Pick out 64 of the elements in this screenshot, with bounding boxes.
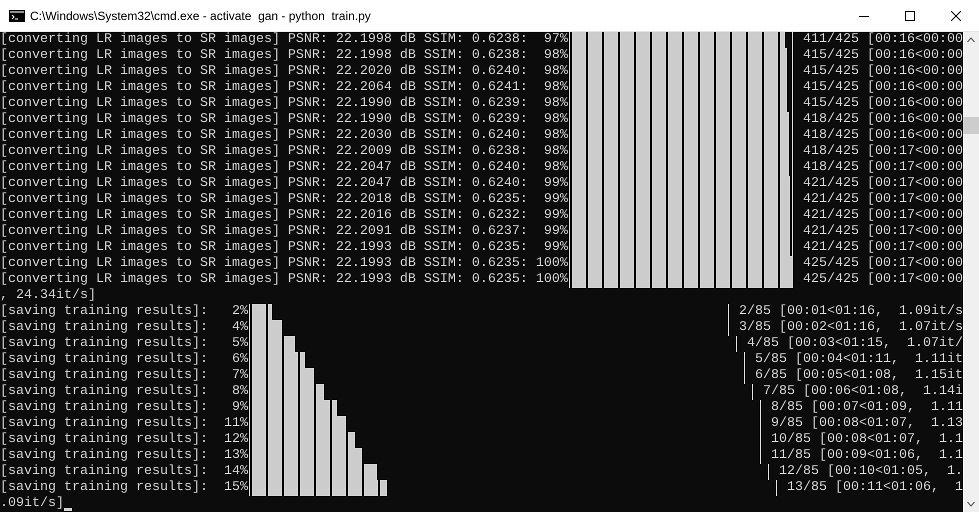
- progress-description: [saving training results]: 4%: [0, 320, 248, 336]
- progress-count: 3/85 [00:02<01:16, 1.07it/s: [739, 320, 963, 336]
- progress-count: 418/425 [00:16<00:00: [803, 128, 963, 144]
- console-app-icon: [9, 10, 25, 22]
- progress-count: 5/85 [00:04<01:11, 1.11it: [755, 352, 963, 368]
- progress-description: [saving training results]: 9%: [0, 400, 248, 416]
- progress-count: 8/85 [00:07<01:09, 1.11: [771, 400, 963, 416]
- progress-description: [converting LR images to SR images] PSNR: 22.2030 dB SSIM: 0.6240: 98%: [0, 128, 568, 144]
- progress-description: [converting LR images to SR images] PSNR: 22.2018 dB SSIM: 0.6235: 99%: [0, 192, 568, 208]
- progress-count: 10/85 [00:08<01:07, 1.1: [771, 432, 963, 448]
- progress-count: 415/425 [00:16<00:00: [803, 64, 963, 80]
- window-title: C:\Windows\System32\cmd.exe - activate gan - python train.py: [30, 8, 372, 22]
- progress-description: [saving training results]: 14%: [0, 464, 248, 480]
- progress-description: [converting LR images to SR images] PSNR: 22.2064 dB SSIM: 0.6241: 98%: [0, 80, 568, 96]
- scrollbar[interactable]: [963, 32, 979, 512]
- progress-description: [converting LR images to SR images] PSNR: 22.1993 dB SSIM: 0.6235: 100%: [0, 256, 568, 272]
- progress-description: [converting LR images to SR images] PSNR: 22.1993 dB SSIM: 0.6235: 99%: [0, 240, 568, 256]
- progress-count: 418/425 [00:16<00:00: [803, 112, 963, 128]
- progress-count: 415/425 [00:16<00:00: [803, 48, 963, 64]
- progress-count: 6/85 [00:05<01:08, 1.15it: [755, 368, 963, 384]
- progress-count: 2/85 [00:01<01:16, 1.09it/s: [739, 304, 963, 320]
- progress-description: [saving training results]: 15%: [0, 480, 248, 496]
- progress-description: [saving training results]: 13%: [0, 448, 248, 464]
- progress-count: 421/425 [00:17<00:00: [803, 176, 963, 192]
- progress-description: [converting LR images to SR images] PSNR: 22.2020 dB SSIM: 0.6240: 98%: [0, 64, 568, 80]
- progress-description: [converting LR images to SR images] PSNR: 22.1998 dB SSIM: 0.6238: 98%: [0, 48, 568, 64]
- progress-count: 421/425 [00:17<00:00: [803, 208, 963, 224]
- progress-description: [converting LR images to SR images] PSNR: 22.1993 dB SSIM: 0.6235: 100%: [0, 272, 568, 288]
- progress-count: 421/425 [00:17<00:00: [803, 224, 963, 240]
- progress-description: [converting LR images to SR images] PSNR: 22.1990 dB SSIM: 0.6239: 98%: [0, 96, 568, 112]
- console-text: .09it/s]: [0, 496, 64, 512]
- progress-description: [saving training results]: 12%: [0, 432, 248, 448]
- progress-count: 9/85 [00:08<01:07, 1.13: [771, 416, 963, 432]
- progress-description: [converting LR images to SR images] PSNR: 22.1990 dB SSIM: 0.6239: 98%: [0, 112, 568, 128]
- progress-count: 421/425 [00:17<00:00: [803, 240, 963, 256]
- progress-description: [converting LR images to SR images] PSNR: 22.2047 dB SSIM: 0.6240: 98%: [0, 160, 568, 176]
- progress-count: 415/425 [00:16<00:00: [803, 96, 963, 112]
- progress-count: 13/85 [00:11<01:06, 1: [787, 480, 963, 496]
- progress-description: [saving training results]: 11%: [0, 416, 248, 432]
- progress-count: 415/425 [00:16<00:00: [803, 80, 963, 96]
- close-icon: [951, 10, 961, 20]
- progress-count: 425/425 [00:17<00:00: [803, 272, 963, 288]
- progress-description: [converting LR images to SR images] PSNR: 22.2091 dB SSIM: 0.6237: 99%: [0, 224, 568, 240]
- progress-count: 418/425 [00:17<00:00: [803, 144, 963, 160]
- scrollbar-thumb[interactable]: [963, 117, 979, 134]
- progress-count: 7/85 [00:06<01:08, 1.14i: [763, 384, 963, 400]
- maximize-icon: [905, 10, 915, 20]
- progress-description: [converting LR images to SR images] PSNR: 22.1998 dB SSIM: 0.6238: 97%: [0, 32, 568, 48]
- console-text: , 24.34it/s]: [0, 288, 96, 304]
- progress-count: 11/85 [00:09<01:06, 1.1: [771, 448, 963, 464]
- progress-count: 425/425 [00:17<00:00: [803, 256, 963, 272]
- progress-count: 418/425 [00:17<00:00: [803, 160, 963, 176]
- progress-description: [saving training results]: 6%: [0, 352, 248, 368]
- progress-description: [saving training results]: 2%: [0, 304, 248, 320]
- progress-count: 4/85 [00:03<01:15, 1.07it/: [747, 336, 963, 352]
- progress-count: 421/425 [00:17<00:00: [803, 192, 963, 208]
- progress-description: [saving training results]: 8%: [0, 384, 248, 400]
- progress-count: 12/85 [00:10<01:05, 1.: [779, 464, 963, 480]
- progress-count: 411/425 [00:16<00:00: [803, 32, 963, 48]
- progress-description: [converting LR images to SR images] PSNR: 22.2009 dB SSIM: 0.6238: 98%: [0, 144, 568, 160]
- progress-description: [converting LR images to SR images] PSNR: 22.2047 dB SSIM: 0.6240: 99%: [0, 176, 568, 192]
- progress-description: [saving training results]: 7%: [0, 368, 248, 384]
- progress-description: [saving training results]: 5%: [0, 336, 248, 352]
- progress-description: [converting LR images to SR images] PSNR: 22.2016 dB SSIM: 0.6232: 99%: [0, 208, 568, 224]
